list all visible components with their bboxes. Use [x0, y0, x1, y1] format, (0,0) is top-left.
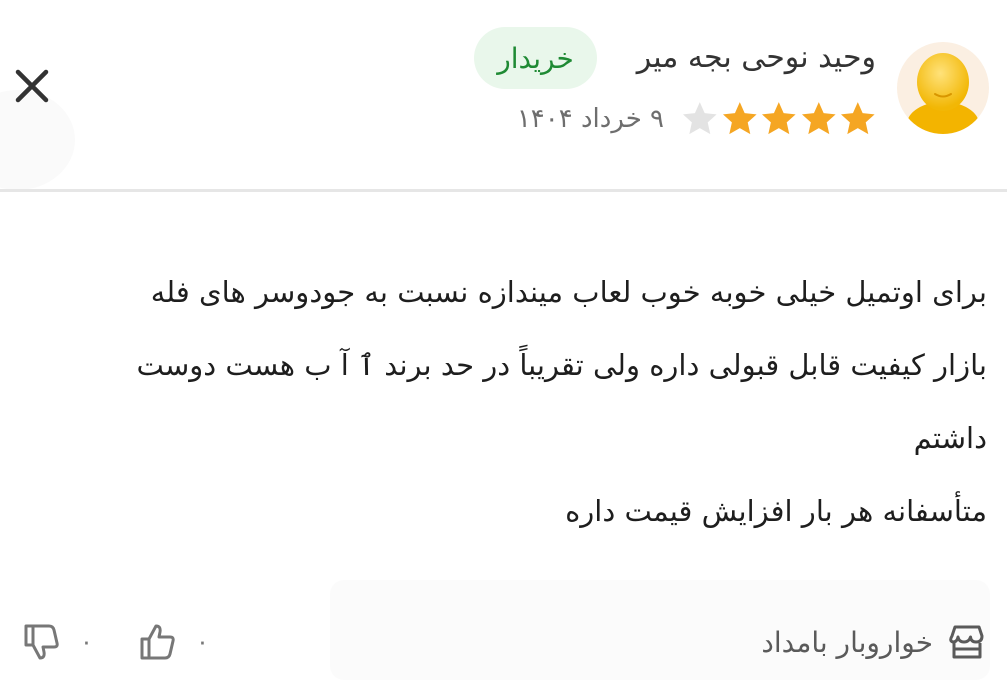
review-date: ۹ خرداد ۱۴۰۴: [516, 104, 664, 134]
header-divider: [0, 189, 1007, 192]
author-name: وحید نوحی بجه میر: [636, 40, 876, 75]
review-line: بازار کیفیت قابل قبولی داره ولی تقریباً …: [136, 348, 987, 382]
star-filled-icon: [841, 102, 876, 135]
store-link[interactable]: خواروبار بامداد: [761, 618, 987, 666]
dislike-button[interactable]: ۰: [22, 618, 93, 666]
review-line: برای اوتمیل خیلی خوبه خوب لعاب میندازه ن…: [150, 275, 987, 309]
buyer-badge: خریدار: [474, 27, 597, 89]
star-filled-icon: [762, 102, 796, 135]
review-text: برای اوتمیل خیلی خوبه خوب لعاب میندازه ن…: [0, 256, 987, 548]
like-count: ۰: [196, 628, 209, 656]
star-filled-icon: [722, 102, 757, 135]
close-icon: [15, 69, 49, 103]
thumbs-down-icon: [24, 624, 59, 660]
thumbs-up-icon: [140, 624, 175, 660]
store-name: خواروبار بامداد: [761, 625, 933, 659]
star-empty-icon: [683, 102, 717, 135]
buyer-badge-label: خریدار: [497, 41, 574, 75]
review-header: خریدار وحید نوحی بجه میر ۹ خرداد ۱۴۰۴: [0, 0, 1007, 190]
avatar: [897, 42, 989, 134]
review-line: داشتم: [913, 421, 987, 455]
review-detail-sheet: خریدار وحید نوحی بجه میر ۹ خرداد ۱۴۰۴ بر…: [0, 0, 1007, 680]
rating-stars: [681, 100, 877, 142]
dislike-count: ۰: [80, 628, 93, 656]
review-line: متأسفانه هر بار افزایش قیمت داره: [565, 494, 987, 528]
star-filled-icon: [801, 102, 836, 135]
store-icon: [949, 625, 984, 659]
close-button[interactable]: [8, 62, 56, 110]
avatar-icon: [907, 53, 979, 134]
review-footer: خواروبار بامداد ۰ ۰: [0, 600, 1007, 680]
like-button[interactable]: ۰: [138, 618, 209, 666]
